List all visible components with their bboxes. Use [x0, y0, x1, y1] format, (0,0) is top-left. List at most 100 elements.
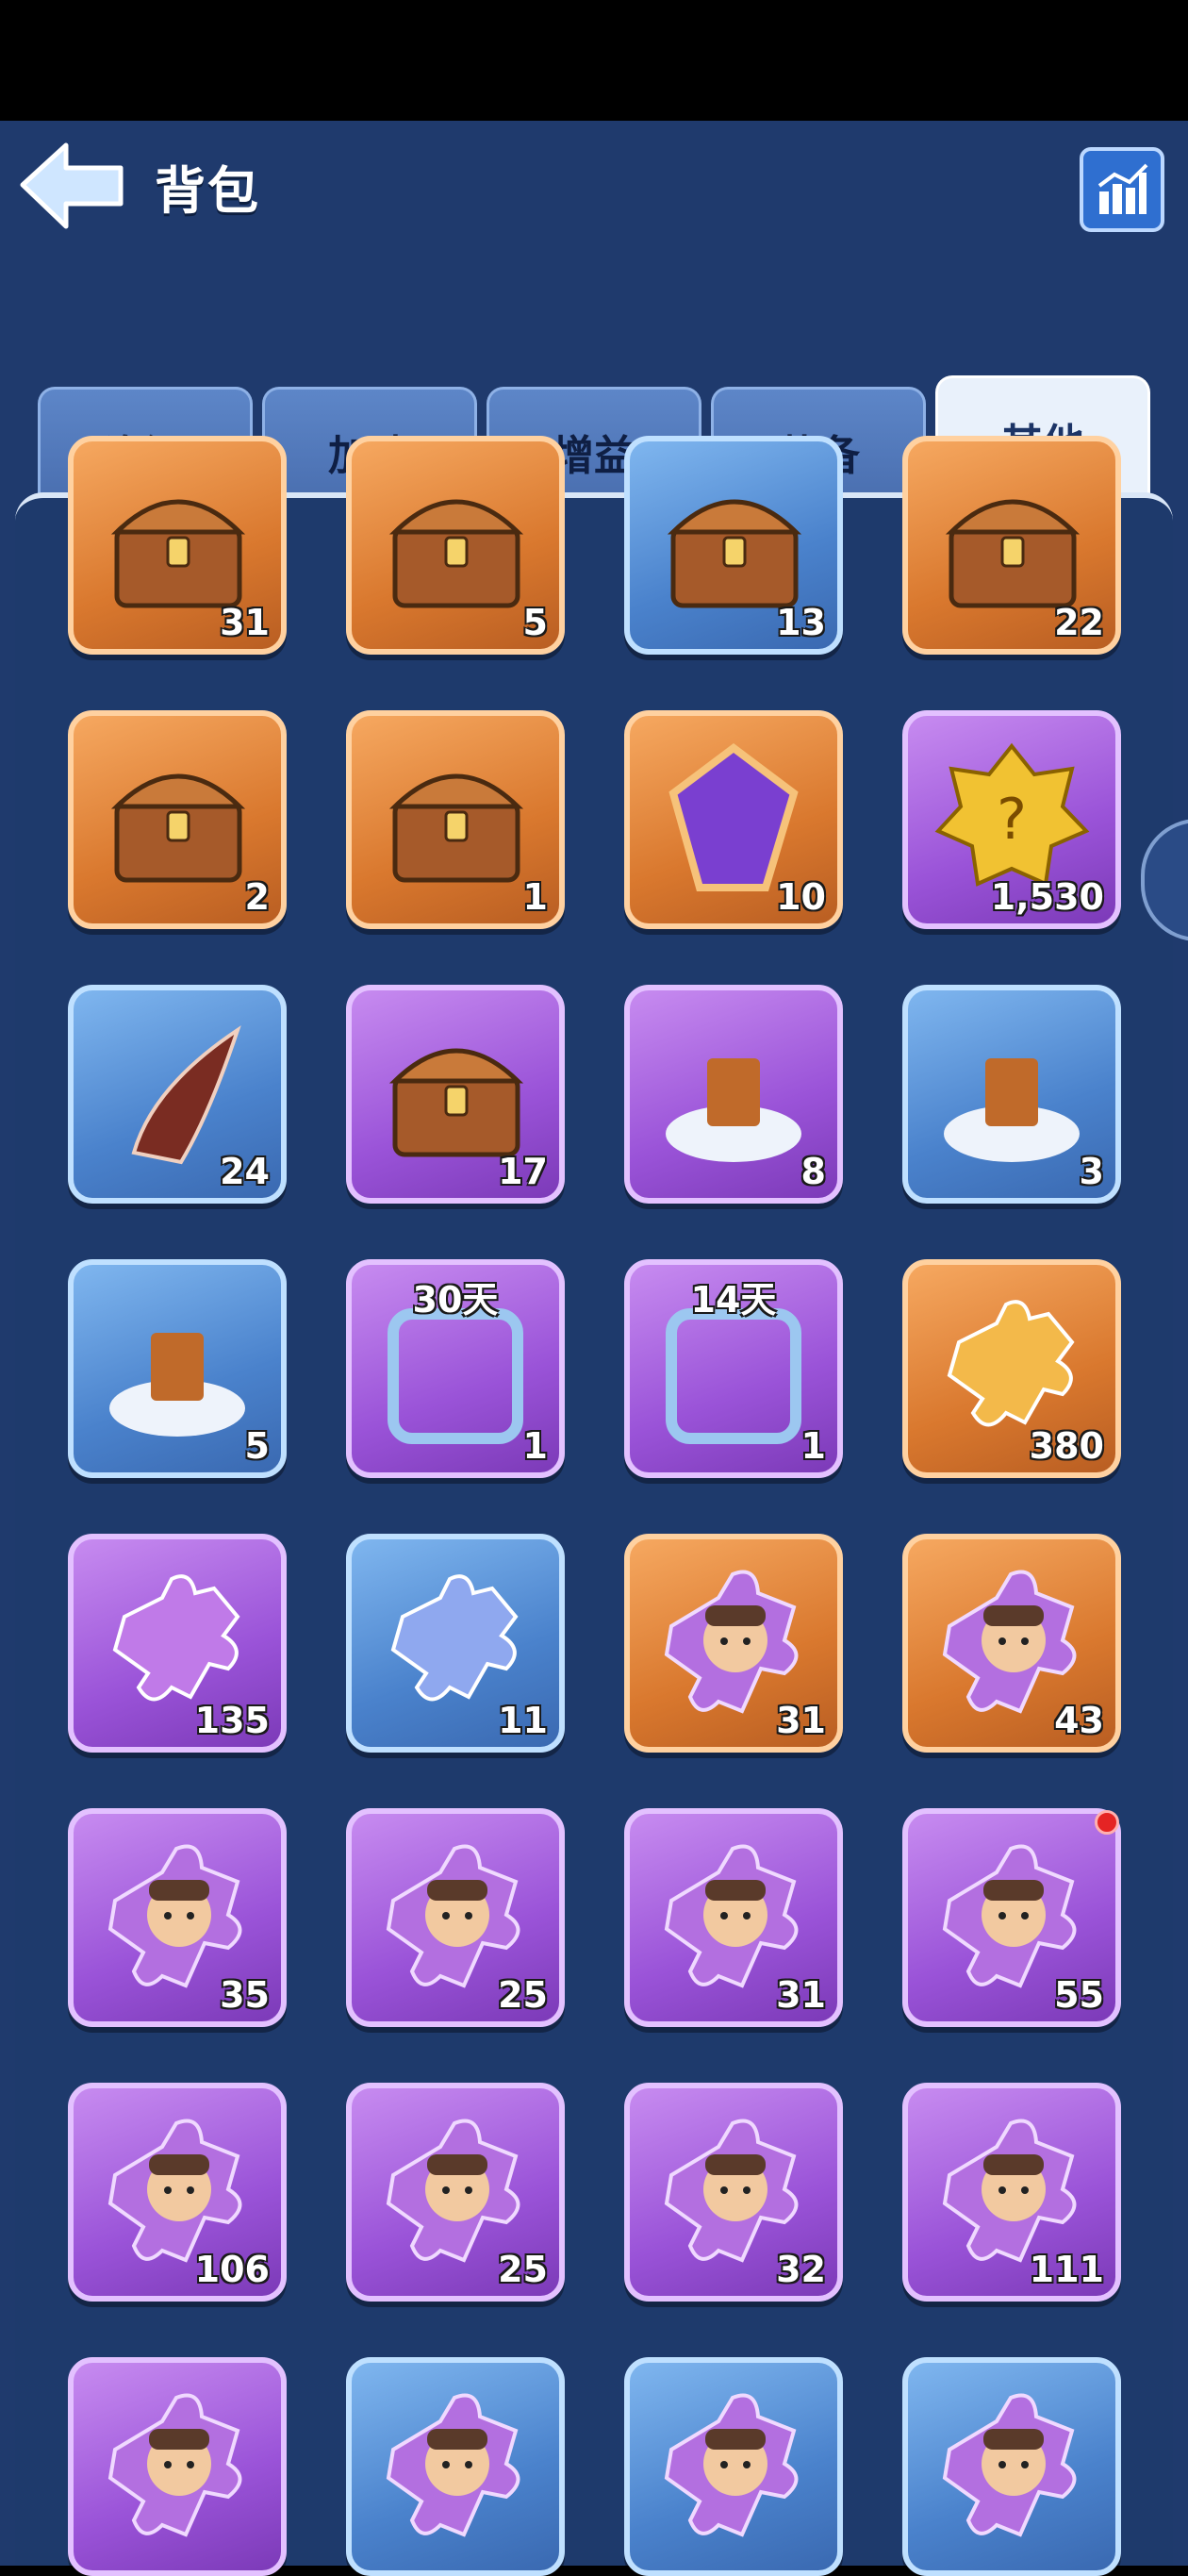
inventory-slot[interactable]: 32: [624, 2083, 843, 2302]
item-count: 106: [194, 2249, 270, 2290]
treasure-chest-icon: [388, 773, 524, 883]
inventory-slot[interactable]: 380: [902, 1259, 1121, 1478]
status-bar: [0, 0, 1188, 121]
inventory-slot[interactable]: 10: [624, 710, 843, 929]
inventory-slot[interactable]: 25: [346, 2083, 565, 2302]
inventory-slot[interactable]: [902, 2357, 1121, 2576]
purple-rune-gem-icon: [668, 743, 799, 891]
inventory-slot[interactable]: 43: [902, 1534, 1121, 1753]
item-count: 380: [1029, 1425, 1104, 1467]
inventory-slot[interactable]: 1: [346, 710, 565, 929]
item-count: 25: [498, 2249, 548, 2290]
item-count: 13: [776, 602, 826, 643]
building-relocate-icon: [666, 1058, 801, 1162]
item-count: 1: [522, 1425, 548, 1467]
hero-puzzle-mustache-icon: [664, 2393, 799, 2537]
inventory-slot[interactable]: 25: [346, 1808, 565, 2027]
hero-puzzle-viking-icon: [107, 2119, 242, 2263]
item-count: 2: [244, 876, 270, 918]
item-count: 24: [220, 1151, 270, 1192]
blue-puzzle-piece-icon: [390, 1574, 519, 1702]
item-count: 1,530: [990, 876, 1104, 918]
inventory-slot[interactable]: ? 1,530: [902, 710, 1121, 929]
inventory-slot[interactable]: 2: [68, 710, 287, 929]
orange-puzzle-piece-icon: [947, 1300, 1075, 1427]
item-count: 1: [522, 876, 548, 918]
item-duration: 30天: [412, 1279, 499, 1321]
item-count: 35: [220, 1974, 270, 2016]
item-count: 135: [194, 1700, 270, 1741]
inventory-slot[interactable]: 22: [902, 436, 1121, 655]
inventory-slot[interactable]: 5: [68, 1259, 287, 1478]
item-count: 31: [220, 602, 270, 643]
inventory-slot[interactable]: 3: [902, 985, 1121, 1204]
hero-puzzle-miner-icon: [664, 1570, 799, 1714]
statue-relocate-icon: [944, 1058, 1080, 1162]
inventory-slot[interactable]: 31: [624, 1808, 843, 2027]
inventory-slot[interactable]: 11: [346, 1534, 565, 1753]
item-count: 31: [776, 1700, 826, 1741]
page-title: 背包: [155, 161, 260, 221]
hero-puzzle-pilot-icon: [942, 1570, 1077, 1714]
hero-puzzle-aviator-icon: [386, 2119, 520, 2263]
inventory-slot[interactable]: [624, 2357, 843, 2576]
horn-icon: [131, 1025, 241, 1165]
inventory-slot[interactable]: 5: [346, 436, 565, 655]
inventory-slot[interactable]: [346, 2357, 565, 2576]
item-count: 55: [1054, 1974, 1104, 2016]
item-duration: 14天: [690, 1279, 777, 1321]
item-count: 31: [776, 1974, 826, 2016]
back-button[interactable]: [17, 138, 128, 232]
inventory-slot[interactable]: 35: [68, 1808, 287, 2027]
inventory-slot[interactable]: 13: [624, 436, 843, 655]
item-count: 5: [244, 1425, 270, 1467]
hero-puzzle-chef-icon: [664, 2119, 799, 2263]
svg-text:?: ?: [997, 787, 1027, 853]
header: 背包: [0, 121, 1188, 243]
hero-puzzle-nomad-icon: [386, 1844, 520, 1988]
item-count: 3: [1079, 1151, 1104, 1192]
silver-mystery-chest-icon: [388, 499, 524, 608]
pet-treasure-chest-icon: [110, 499, 246, 608]
item-count: 32: [776, 2249, 826, 2290]
item-count: 10: [776, 876, 826, 918]
inventory-slot[interactable]: 24: [68, 985, 287, 1204]
hero-puzzle-redhead-icon: [942, 1844, 1077, 1988]
inventory-slot[interactable]: 31: [68, 436, 287, 655]
wooden-mystery-chest-icon: [667, 499, 802, 608]
item-count: 8: [800, 1151, 826, 1192]
inventory-slot[interactable]: 111: [902, 2083, 1121, 2302]
golden-treasure-chest-icon: [945, 499, 1081, 608]
hero-puzzle-doctor-icon: [107, 1844, 242, 1988]
inventory-slot[interactable]: 135: [68, 1534, 287, 1753]
inventory-slot[interactable]: 30天 1: [346, 1259, 565, 1478]
gold-mystery-badge-icon: ?: [934, 742, 1090, 887]
item-count: 11: [498, 1700, 548, 1741]
item-count: 25: [498, 1974, 548, 2016]
bar-chart-icon: [1097, 163, 1148, 214]
item-count: 43: [1054, 1700, 1104, 1741]
inventory-slot[interactable]: 14天 1: [624, 1259, 843, 1478]
banner-relocate-icon: [109, 1333, 245, 1437]
item-count: 1: [800, 1425, 826, 1467]
back-arrow-icon: [20, 142, 124, 229]
inventory-slot[interactable]: 55: [902, 1808, 1121, 2027]
inventory-slot[interactable]: 31: [624, 1534, 843, 1753]
purple-puzzle-piece-icon: [112, 1574, 240, 1702]
inventory-slot[interactable]: [68, 2357, 287, 2576]
item-count: 111: [1029, 2249, 1104, 2290]
inventory-slot[interactable]: 17: [346, 985, 565, 1204]
inventory-slot[interactable]: 8: [624, 985, 843, 1204]
inventory-slot[interactable]: 106: [68, 2083, 287, 2302]
statistics-button[interactable]: [1080, 147, 1164, 232]
hero-puzzle-rogue-icon: [107, 2393, 242, 2537]
hero-puzzle-goggles-icon: [942, 2393, 1077, 2537]
hero-puzzle-captain-icon: [942, 2119, 1077, 2263]
item-count: 17: [498, 1151, 548, 1192]
hero-puzzle-girl-icon: [664, 1844, 799, 1988]
item-count: 22: [1054, 602, 1104, 643]
puzzle-chest-icon: [388, 1048, 524, 1157]
cloth-treasure-chest-icon: [110, 773, 246, 883]
item-count: 5: [522, 602, 548, 643]
hero-puzzle-blonde-icon: [386, 2393, 520, 2537]
